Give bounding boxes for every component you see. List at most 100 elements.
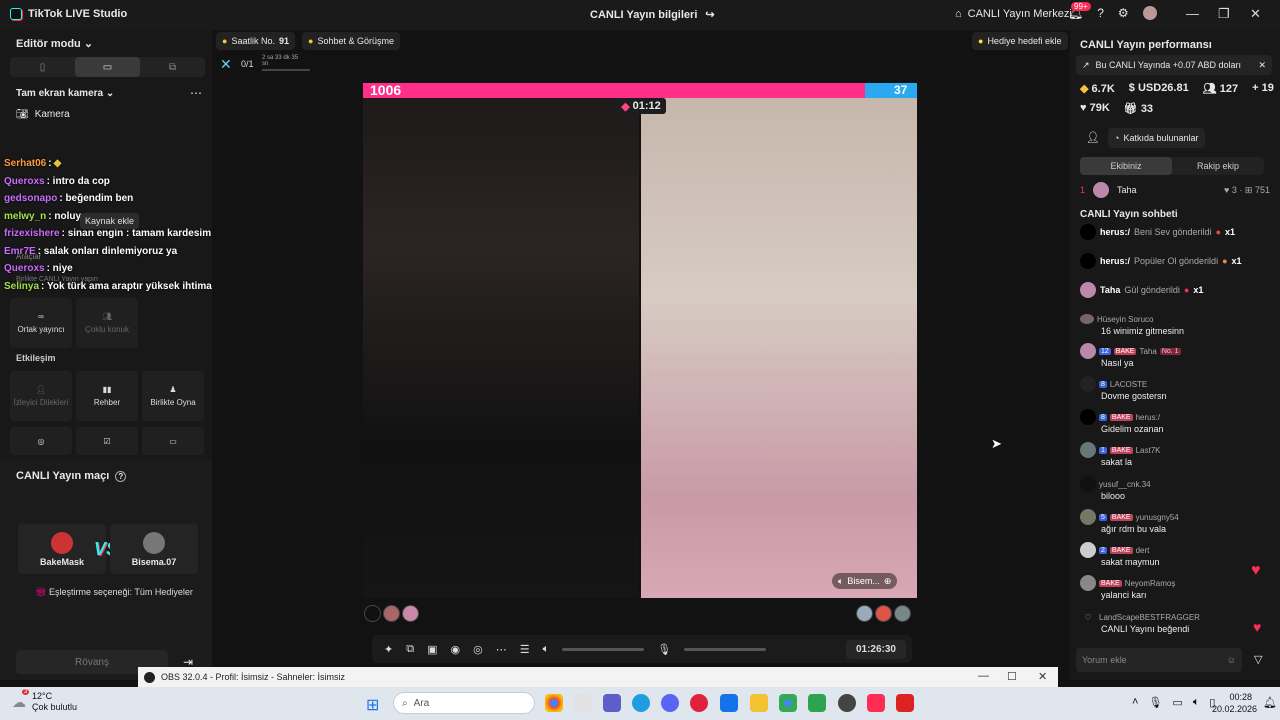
gift-icon: 🎁︎	[1123, 103, 1138, 115]
microphone-icon[interactable]: 🎙︎	[657, 643, 671, 656]
chrome-icon[interactable]	[545, 694, 563, 712]
screen-icon[interactable]: ▣	[427, 643, 437, 656]
guide-button[interactable]: ▮▮ Rehber	[76, 371, 138, 421]
gift-goal-button[interactable]: ● Hediye hedefi ekle	[972, 32, 1068, 50]
magic-wand-icon[interactable]: ✦	[384, 643, 393, 656]
volume-slider[interactable]	[562, 647, 645, 651]
host-contributors[interactable]	[364, 605, 419, 622]
hourly-rank-chip[interactable]: ● Saatlik No. 91	[216, 32, 295, 50]
mic-slider[interactable]	[684, 647, 767, 651]
more-options-icon[interactable]: ⋯	[190, 86, 202, 100]
folder-icon[interactable]	[750, 694, 768, 712]
mail-icon[interactable]	[720, 694, 738, 712]
fan-badge: BAKE	[1109, 413, 1133, 421]
minimize-button[interactable]: —	[1186, 6, 1199, 21]
chat-chip[interactable]: ● Sohbet & Görüşme	[302, 32, 400, 50]
landscape-button[interactable]: ▭	[75, 57, 140, 77]
gear-icon[interactable]: ⚙	[1118, 6, 1129, 20]
emoji-icon[interactable]: ☺	[1227, 655, 1236, 665]
network-icon[interactable]: ▭	[1172, 696, 1182, 709]
taskbar-search[interactable]: ⌕ Ara	[393, 692, 535, 714]
opponent-contributors[interactable]	[856, 605, 911, 622]
stat-gifters: 🎁︎ 33	[1124, 102, 1153, 115]
teams-icon[interactable]	[603, 694, 621, 712]
weather-widget[interactable]: ☁ 3 12°C Çok bulutlu	[12, 689, 77, 713]
opponent-tag[interactable]: 🔈︎ Bisem... ⊕	[832, 573, 898, 589]
box-button[interactable]: ▭	[142, 427, 204, 455]
chevron-up-icon[interactable]: ˄	[1132, 696, 1138, 709]
checklist-button[interactable]: ☑	[76, 427, 138, 455]
obs-minimize-button[interactable]: —	[978, 670, 989, 682]
record-icon[interactable]: ◉	[450, 643, 460, 656]
microphone-icon[interactable]: 🎙︎	[1148, 696, 1162, 709]
battle-score-bar	[363, 83, 917, 98]
opera-icon[interactable]	[690, 694, 708, 712]
clock[interactable]: 00:28 20.02.2026	[1212, 691, 1257, 715]
discord-icon[interactable]	[661, 694, 679, 712]
player-bisema[interactable]: Bisema.07	[110, 524, 198, 574]
speaker-icon[interactable]: 🔈︎	[1193, 696, 1200, 709]
windows-start-icon[interactable]: ⊞	[366, 695, 379, 715]
player-bakemask[interactable]: BakeMask	[18, 524, 106, 574]
more-icon[interactable]: ⋯	[496, 643, 507, 656]
msg-text: bilooo	[1101, 491, 1126, 501]
poll-button[interactable]: ◎	[10, 427, 72, 455]
volume-icon[interactable]: 🔈︎	[543, 643, 550, 656]
search-icon: ⌕	[402, 697, 408, 709]
tab-your-team[interactable]: Ekibiniz	[1080, 157, 1172, 175]
overlay-line: gedsonapo: beğendim ben	[4, 190, 224, 208]
maximize-button[interactable]: ❐	[1218, 6, 1230, 22]
edge-icon[interactable]	[632, 694, 650, 712]
close-icon[interactable]: ✕	[1258, 60, 1266, 71]
player-name: BakeMask	[39, 556, 85, 567]
settings-sliders-icon[interactable]: ☰	[520, 643, 530, 656]
rank-row[interactable]: 1 Taha ♥ 3 · ⊞ 751	[1080, 182, 1270, 198]
live-center-button[interactable]: ⌂ CANLI Yayın Merkezi	[955, 8, 1072, 20]
chat-chip-label: Sohbet & Görüşme	[317, 36, 394, 46]
close-button[interactable]: ✕	[1250, 6, 1261, 22]
live-info-button[interactable]: CANLI Yayın bilgileri ↪	[590, 8, 715, 22]
youtube-icon[interactable]	[896, 694, 914, 712]
dual-button[interactable]: ⧉	[140, 57, 205, 77]
avatar	[856, 605, 873, 622]
tiktok-icon[interactable]	[867, 694, 885, 712]
gift-event: herus:/Popüler Ol gönderildi ● x1	[1080, 252, 1242, 270]
tab-rival-team[interactable]: Rakip ekip	[1172, 157, 1264, 175]
chat-message: 1 BAKE Last7K sakat la	[1080, 442, 1270, 467]
help-icon[interactable]: ?	[1097, 6, 1104, 20]
obs-window[interactable]: OBS 32.0.4 - Profil: İsimsiz - Sahneler:…	[138, 667, 1058, 687]
comment-input[interactable]: Yorum ekle ☺	[1076, 648, 1242, 672]
obs-close-button[interactable]: ✕	[1038, 670, 1047, 683]
obs-maximize-button[interactable]: ☐	[1007, 670, 1017, 683]
multi-guest-button[interactable]: 👥︎ Çoklu konuk	[76, 298, 138, 348]
filter-icon[interactable]: ▽	[1254, 653, 1262, 666]
camera-source[interactable]: 📷︎ Kamera	[16, 109, 70, 120]
notification-icon[interactable]: 🔔︎	[1263, 696, 1277, 709]
play-together-button[interactable]: ♟ Birlikte Oyna	[142, 371, 204, 421]
hourly-rank-value: 91	[278, 36, 289, 46]
camera-switch-icon[interactable]: ◎	[473, 643, 483, 656]
user-settings-icon[interactable]: 👤︎	[1086, 131, 1100, 144]
overlay-user: Queroxs	[4, 175, 45, 187]
app-icon[interactable]	[574, 694, 592, 712]
portrait-button[interactable]: ▯	[10, 57, 75, 77]
help-icon[interactable]: ?	[115, 470, 127, 482]
cohost-button[interactable]: ∞ Ortak yayıncı	[10, 298, 72, 348]
contributors-button[interactable]: ◔ Katkıda bulunanlar	[1108, 128, 1205, 148]
battle-icon: ◆	[621, 100, 630, 113]
app-icon[interactable]	[808, 694, 826, 712]
obs-icon[interactable]	[838, 694, 856, 712]
match-option[interactable]: 🎁︎ Eşleştirme seçeneği: Tüm Hediyeler	[35, 587, 193, 598]
lightbulb-icon: ●	[978, 36, 984, 46]
gift-icon: ●	[1215, 227, 1222, 237]
layout-icon[interactable]: ⧉	[406, 643, 414, 656]
gift-event: Taha Gül gönderildi ● x1	[1080, 281, 1203, 299]
editor-mode-dropdown[interactable]: Editör modu ⌄	[16, 37, 93, 50]
avatar	[1080, 575, 1096, 591]
avatar[interactable]	[1142, 6, 1157, 20]
stats-row-2: ♥ 79K 🎁︎ 33	[1080, 102, 1153, 115]
chrome-profile-icon[interactable]	[779, 694, 797, 712]
viewer-wishes-button[interactable]: 👤︎ İzleyici Dilekleri	[10, 371, 72, 421]
notification-badge: 99+	[1071, 2, 1091, 11]
camera-section-dropdown[interactable]: Tam ekran kamera ⌄	[16, 88, 114, 99]
